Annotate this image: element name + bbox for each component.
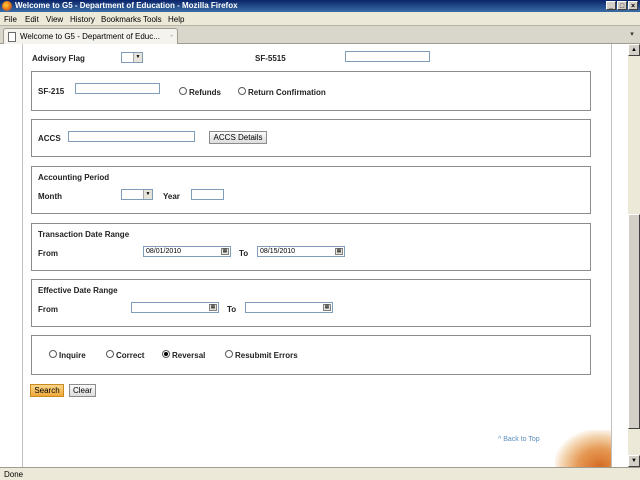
menu-file[interactable]: File [4,15,17,24]
firefox-icon [2,1,12,11]
resubmit-errors-radio[interactable] [225,350,233,358]
effective-to-label: To [227,305,237,314]
minimize-button[interactable]: _ [606,1,616,10]
inquire-label: Inquire [59,351,86,360]
menu-edit[interactable]: Edit [25,15,39,24]
accs-input[interactable] [68,131,195,142]
accounting-period-section: Accounting Period Month ▼ Year [31,166,591,214]
advisory-flag-label: Advisory Flag [32,54,85,63]
clear-button[interactable]: Clear [69,384,96,397]
year-label: Year [163,192,180,201]
transaction-to-label: To [239,249,249,258]
decorative-image [555,430,611,467]
menu-history[interactable]: History [70,15,95,24]
mode-section: Inquire Correct Reversal Resubmit Errors [31,335,591,375]
advisory-flag-select[interactable]: ▼ [121,52,143,63]
close-button[interactable]: × [628,1,638,10]
month-select[interactable]: ▼ [121,189,153,200]
effective-to-input[interactable]: ▦ [245,302,333,313]
transaction-date-range-title: Transaction Date Range [38,230,130,239]
accounting-period-title: Accounting Period [38,173,110,182]
correct-label: Correct [116,351,145,360]
refunds-label: Refunds [189,88,221,97]
inquire-radio[interactable] [49,350,57,358]
form-container: Advisory Flag ▼ SF-5515 SF-215 Refunds R… [22,44,612,467]
sf215-input[interactable] [75,83,160,94]
calendar-icon[interactable]: ▦ [221,248,229,255]
window-title-bar: Welcome to G5 - Department of Education … [0,0,640,12]
vertical-scrollbar[interactable]: ▲ ▼ [628,44,640,467]
page-content: Advisory Flag ▼ SF-5515 SF-215 Refunds R… [0,44,628,467]
back-to-top-link[interactable]: ^ Back to Top [498,436,540,443]
tab-welcome-g5[interactable]: Welcome to G5 - Department of Educ... - [3,28,178,44]
page-icon [8,32,16,42]
maximize-button[interactable]: □ [617,1,627,10]
transaction-to-value: 08/15/2010 [260,248,296,255]
reversal-label: Reversal [172,351,206,360]
month-label: Month [38,192,62,201]
sf5515-label: SF-5515 [255,54,286,63]
resubmit-errors-label: Resubmit Errors [235,351,298,360]
year-input[interactable] [191,189,224,200]
correct-radio[interactable] [106,350,114,358]
sf215-label: SF-215 [38,87,65,96]
effective-date-range-section: Effective Date Range From ▦ To ▦ [31,279,591,327]
search-button[interactable]: Search [30,384,64,397]
tab-title: Welcome to G5 - Department of Educ... [20,32,160,41]
chevron-down-icon: ▼ [143,190,152,199]
reversal-radio[interactable] [162,350,170,358]
sf215-section: SF-215 Refunds Return Confirmation [31,71,591,111]
transaction-from-label: From [38,249,58,258]
status-bar: Done [0,467,640,480]
menu-bookmarks[interactable]: Bookmarks [101,15,141,24]
menu-tools[interactable]: Tools [143,15,162,24]
window-title: Welcome to G5 - Department of Education … [15,1,238,10]
refunds-radio[interactable] [179,87,187,95]
effective-from-label: From [38,305,58,314]
transaction-date-range-section: Transaction Date Range From 08/01/2010 ▦… [31,223,591,271]
sf5515-input[interactable] [345,51,430,62]
scroll-up-icon[interactable]: ▲ [628,44,640,56]
effective-date-range-title: Effective Date Range [38,286,118,295]
tab-close-icon[interactable]: - [170,31,173,40]
return-confirmation-radio[interactable] [238,87,246,95]
accs-details-button[interactable]: ACCS Details [209,131,267,144]
menu-bar: File Edit View History Bookmarks Tools H… [0,12,640,26]
transaction-from-input[interactable]: 08/01/2010 ▦ [143,246,231,257]
effective-from-input[interactable]: ▦ [131,302,219,313]
calendar-icon[interactable]: ▦ [209,304,217,311]
scroll-down-icon[interactable]: ▼ [628,455,640,467]
status-text: Done [4,470,24,479]
scroll-thumb[interactable] [628,214,640,429]
return-confirmation-label: Return Confirmation [248,88,326,97]
accs-label: ACCS [38,134,61,143]
accs-section: ACCS ACCS Details [31,119,591,157]
tab-strip: Welcome to G5 - Department of Educ... - … [0,26,640,44]
transaction-to-input[interactable]: 08/15/2010 ▦ [257,246,345,257]
menu-help[interactable]: Help [168,15,184,24]
menu-view[interactable]: View [46,15,63,24]
chevron-down-icon: ▼ [133,53,142,62]
calendar-icon[interactable]: ▦ [335,248,343,255]
calendar-icon[interactable]: ▦ [323,304,331,311]
transaction-from-value: 08/01/2010 [146,248,182,255]
tab-list-icon[interactable]: ▾ [627,30,637,40]
